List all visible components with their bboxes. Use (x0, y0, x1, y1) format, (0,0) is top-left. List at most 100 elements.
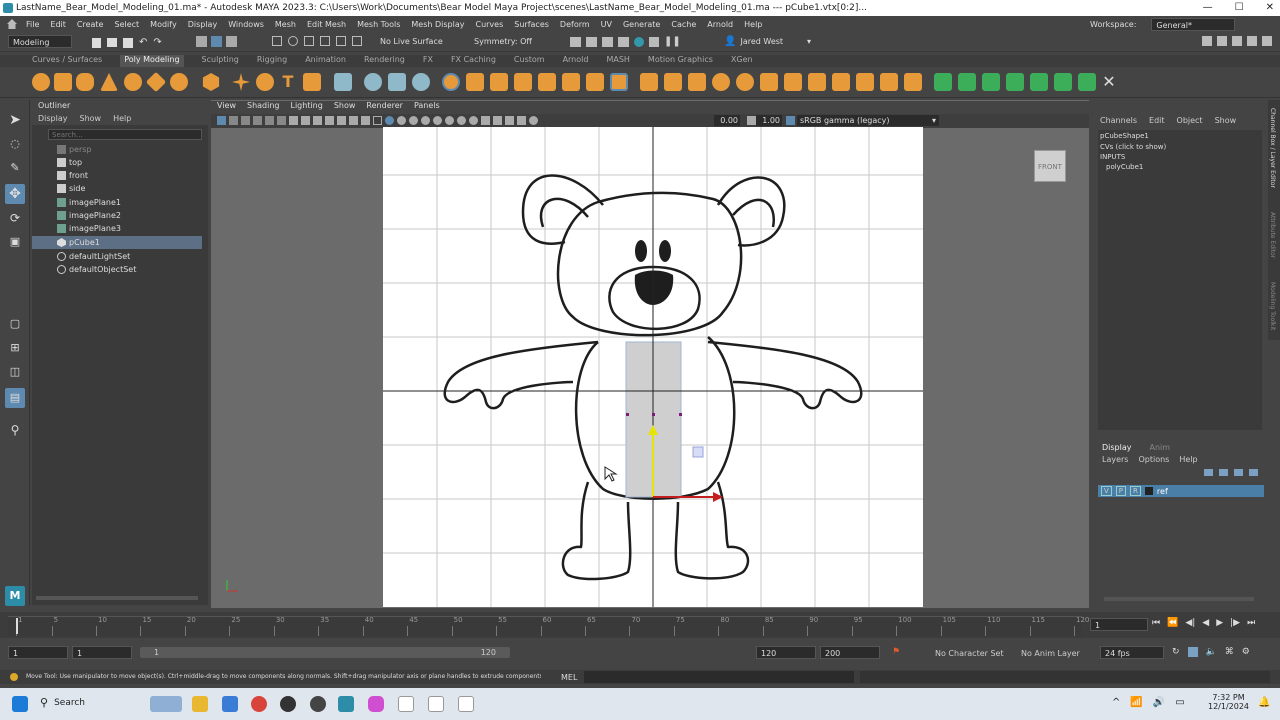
xray-components-icon[interactable] (517, 116, 526, 125)
snap-point-icon[interactable] (304, 36, 314, 46)
shape-name[interactable]: pCubeShape1 (1098, 130, 1262, 142)
taskbar-search[interactable]: ⚲ Search (40, 696, 85, 709)
menu-display[interactable]: Display (188, 20, 218, 29)
network-icon[interactable]: 📶 (1130, 697, 1142, 708)
scale-tool-icon[interactable]: ▣ (5, 232, 25, 252)
vp-menu-view[interactable]: View (217, 101, 236, 114)
shelf-tab-rendering[interactable]: Rendering (364, 55, 405, 67)
shelf-tab-sculpting[interactable]: Sculpting (202, 55, 239, 67)
unfold-icon[interactable] (1054, 73, 1072, 91)
film-gate-icon[interactable] (301, 116, 310, 125)
cut-uv-icon[interactable]: ✕ (1100, 73, 1118, 91)
auto-key-icon[interactable]: ⚑ (892, 647, 902, 657)
snap-surface-icon[interactable] (336, 36, 346, 46)
fill-hole-icon[interactable] (538, 73, 556, 91)
vertex-marker[interactable] (679, 413, 682, 416)
volume-icon[interactable]: 🔊 (1153, 697, 1165, 708)
render-view-icon[interactable] (570, 36, 581, 47)
select-by-hierarchy-icon[interactable] (196, 36, 207, 47)
poly-disc-icon[interactable] (170, 73, 188, 91)
vp-menu-show[interactable]: Show (334, 101, 356, 114)
uv-editor-icon[interactable] (934, 73, 952, 91)
ipr-render-icon[interactable] (602, 36, 613, 47)
outliner-item-imageplane2[interactable]: imagePlane2 (32, 209, 202, 222)
preferences-icon[interactable]: ⚙ (1242, 647, 1250, 657)
outliner-search-input[interactable] (48, 129, 202, 140)
render-frame-icon[interactable] (586, 36, 597, 47)
symmetry-dropdown[interactable]: Symmetry: Off (474, 37, 532, 46)
workspace-dropdown[interactable]: General* (1151, 18, 1236, 31)
modeling-toolkit-icon[interactable] (1202, 36, 1212, 46)
outliner-item-persp[interactable]: persp (32, 143, 202, 156)
move-layer-up-icon[interactable] (1204, 469, 1213, 476)
user-account[interactable]: 👤 Jared West ▾ (724, 36, 811, 47)
step-forward-frame-icon[interactable]: |▶ (1230, 618, 1240, 628)
gamma-icon[interactable] (747, 116, 756, 125)
xray-icon[interactable] (493, 116, 502, 125)
new-layer-icon[interactable] (1234, 469, 1243, 476)
hypershade-icon[interactable] (634, 36, 644, 47)
outliner-menu-help[interactable]: Help (113, 114, 131, 123)
rotate-tool-icon[interactable]: ⟳ (5, 208, 25, 228)
photos-icon[interactable] (222, 696, 238, 712)
shelf-tab-animation[interactable]: Animation (305, 55, 346, 67)
smooth-shade-icon[interactable] (385, 116, 394, 125)
chrome-icon[interactable] (251, 696, 267, 712)
side-tab-attribute-editor[interactable]: Attribute Editor (1269, 212, 1276, 258)
gate-mask-icon[interactable] (325, 116, 334, 125)
smooth-icon[interactable] (388, 73, 406, 91)
safe-action-icon[interactable] (349, 116, 358, 125)
sweep-mesh-icon[interactable] (256, 73, 274, 91)
input-polycube1[interactable]: polyCube1 (1098, 162, 1262, 172)
flip-icon[interactable] (856, 73, 874, 91)
wireframe-on-shaded-icon[interactable] (397, 116, 406, 125)
layout-uvs-icon[interactable] (1078, 73, 1096, 91)
cb-menu-edit[interactable]: Edit (1149, 116, 1165, 125)
minimize-button[interactable]: — (1203, 0, 1213, 16)
multi-cut-icon[interactable] (610, 73, 628, 91)
shelf-tab-arnold[interactable]: Arnold (563, 55, 589, 67)
tab-anim[interactable]: Anim (1150, 443, 1171, 452)
cb-menu-channels[interactable]: Channels (1100, 116, 1137, 125)
outliner-item-top[interactable]: top (32, 156, 202, 169)
shelf-tab-fx[interactable]: FX (423, 55, 433, 67)
maximize-button[interactable]: ☐ (1235, 0, 1244, 16)
bridge-icon[interactable] (490, 73, 508, 91)
circularize-icon[interactable] (712, 73, 730, 91)
color-management-icon[interactable] (786, 116, 795, 125)
notification-icon[interactable]: 🔔 (1258, 697, 1270, 708)
vertex-marker[interactable] (626, 413, 629, 416)
side-tab-channel-box[interactable]: Channel Box / Layer Editor (1269, 108, 1276, 188)
play-backward-icon[interactable]: ◀ (1202, 618, 1209, 628)
move-plane-handle[interactable] (692, 446, 704, 458)
battery-icon[interactable]: ▭ (1175, 697, 1184, 708)
menu-mesh[interactable]: Mesh (275, 20, 296, 29)
cb-menu-object[interactable]: Object (1177, 116, 1203, 125)
menuset-dropdown[interactable]: Modeling (8, 35, 72, 48)
instagram-icon[interactable] (368, 696, 384, 712)
tab-display[interactable]: Display (1102, 443, 1132, 452)
move-tool-icon[interactable]: ✥ (5, 184, 25, 204)
step-back-frame-icon[interactable]: ◀| (1185, 618, 1195, 628)
poly-cube-icon[interactable] (54, 73, 72, 91)
document-icon[interactable] (428, 696, 444, 712)
open-scene-icon[interactable] (107, 38, 117, 47)
move-layer-down-icon[interactable] (1219, 469, 1228, 476)
new-layer-selected-icon[interactable] (1249, 469, 1258, 476)
mel-label[interactable]: MEL (561, 673, 577, 682)
menu-generate[interactable]: Generate (623, 20, 660, 29)
planar-map-icon[interactable] (958, 73, 976, 91)
front-image-plane[interactable] (383, 127, 923, 607)
target-weld-icon[interactable] (688, 73, 706, 91)
arnold-render-icon[interactable] (649, 36, 659, 47)
svg-tool-icon[interactable] (303, 73, 321, 91)
document-icon[interactable] (398, 696, 414, 712)
outliner-item-imageplane3[interactable]: imagePlane3 (32, 222, 202, 235)
range-slider[interactable]: 1 120 (140, 647, 510, 658)
poly-cone-icon[interactable] (100, 73, 118, 91)
textured-icon[interactable] (409, 116, 418, 125)
menu-select[interactable]: Select (114, 20, 139, 29)
motion-blur-icon[interactable] (457, 116, 466, 125)
character-set-dropdown[interactable]: No Character Set (935, 649, 1004, 658)
layer-playback-toggle[interactable]: P (1115, 486, 1127, 496)
